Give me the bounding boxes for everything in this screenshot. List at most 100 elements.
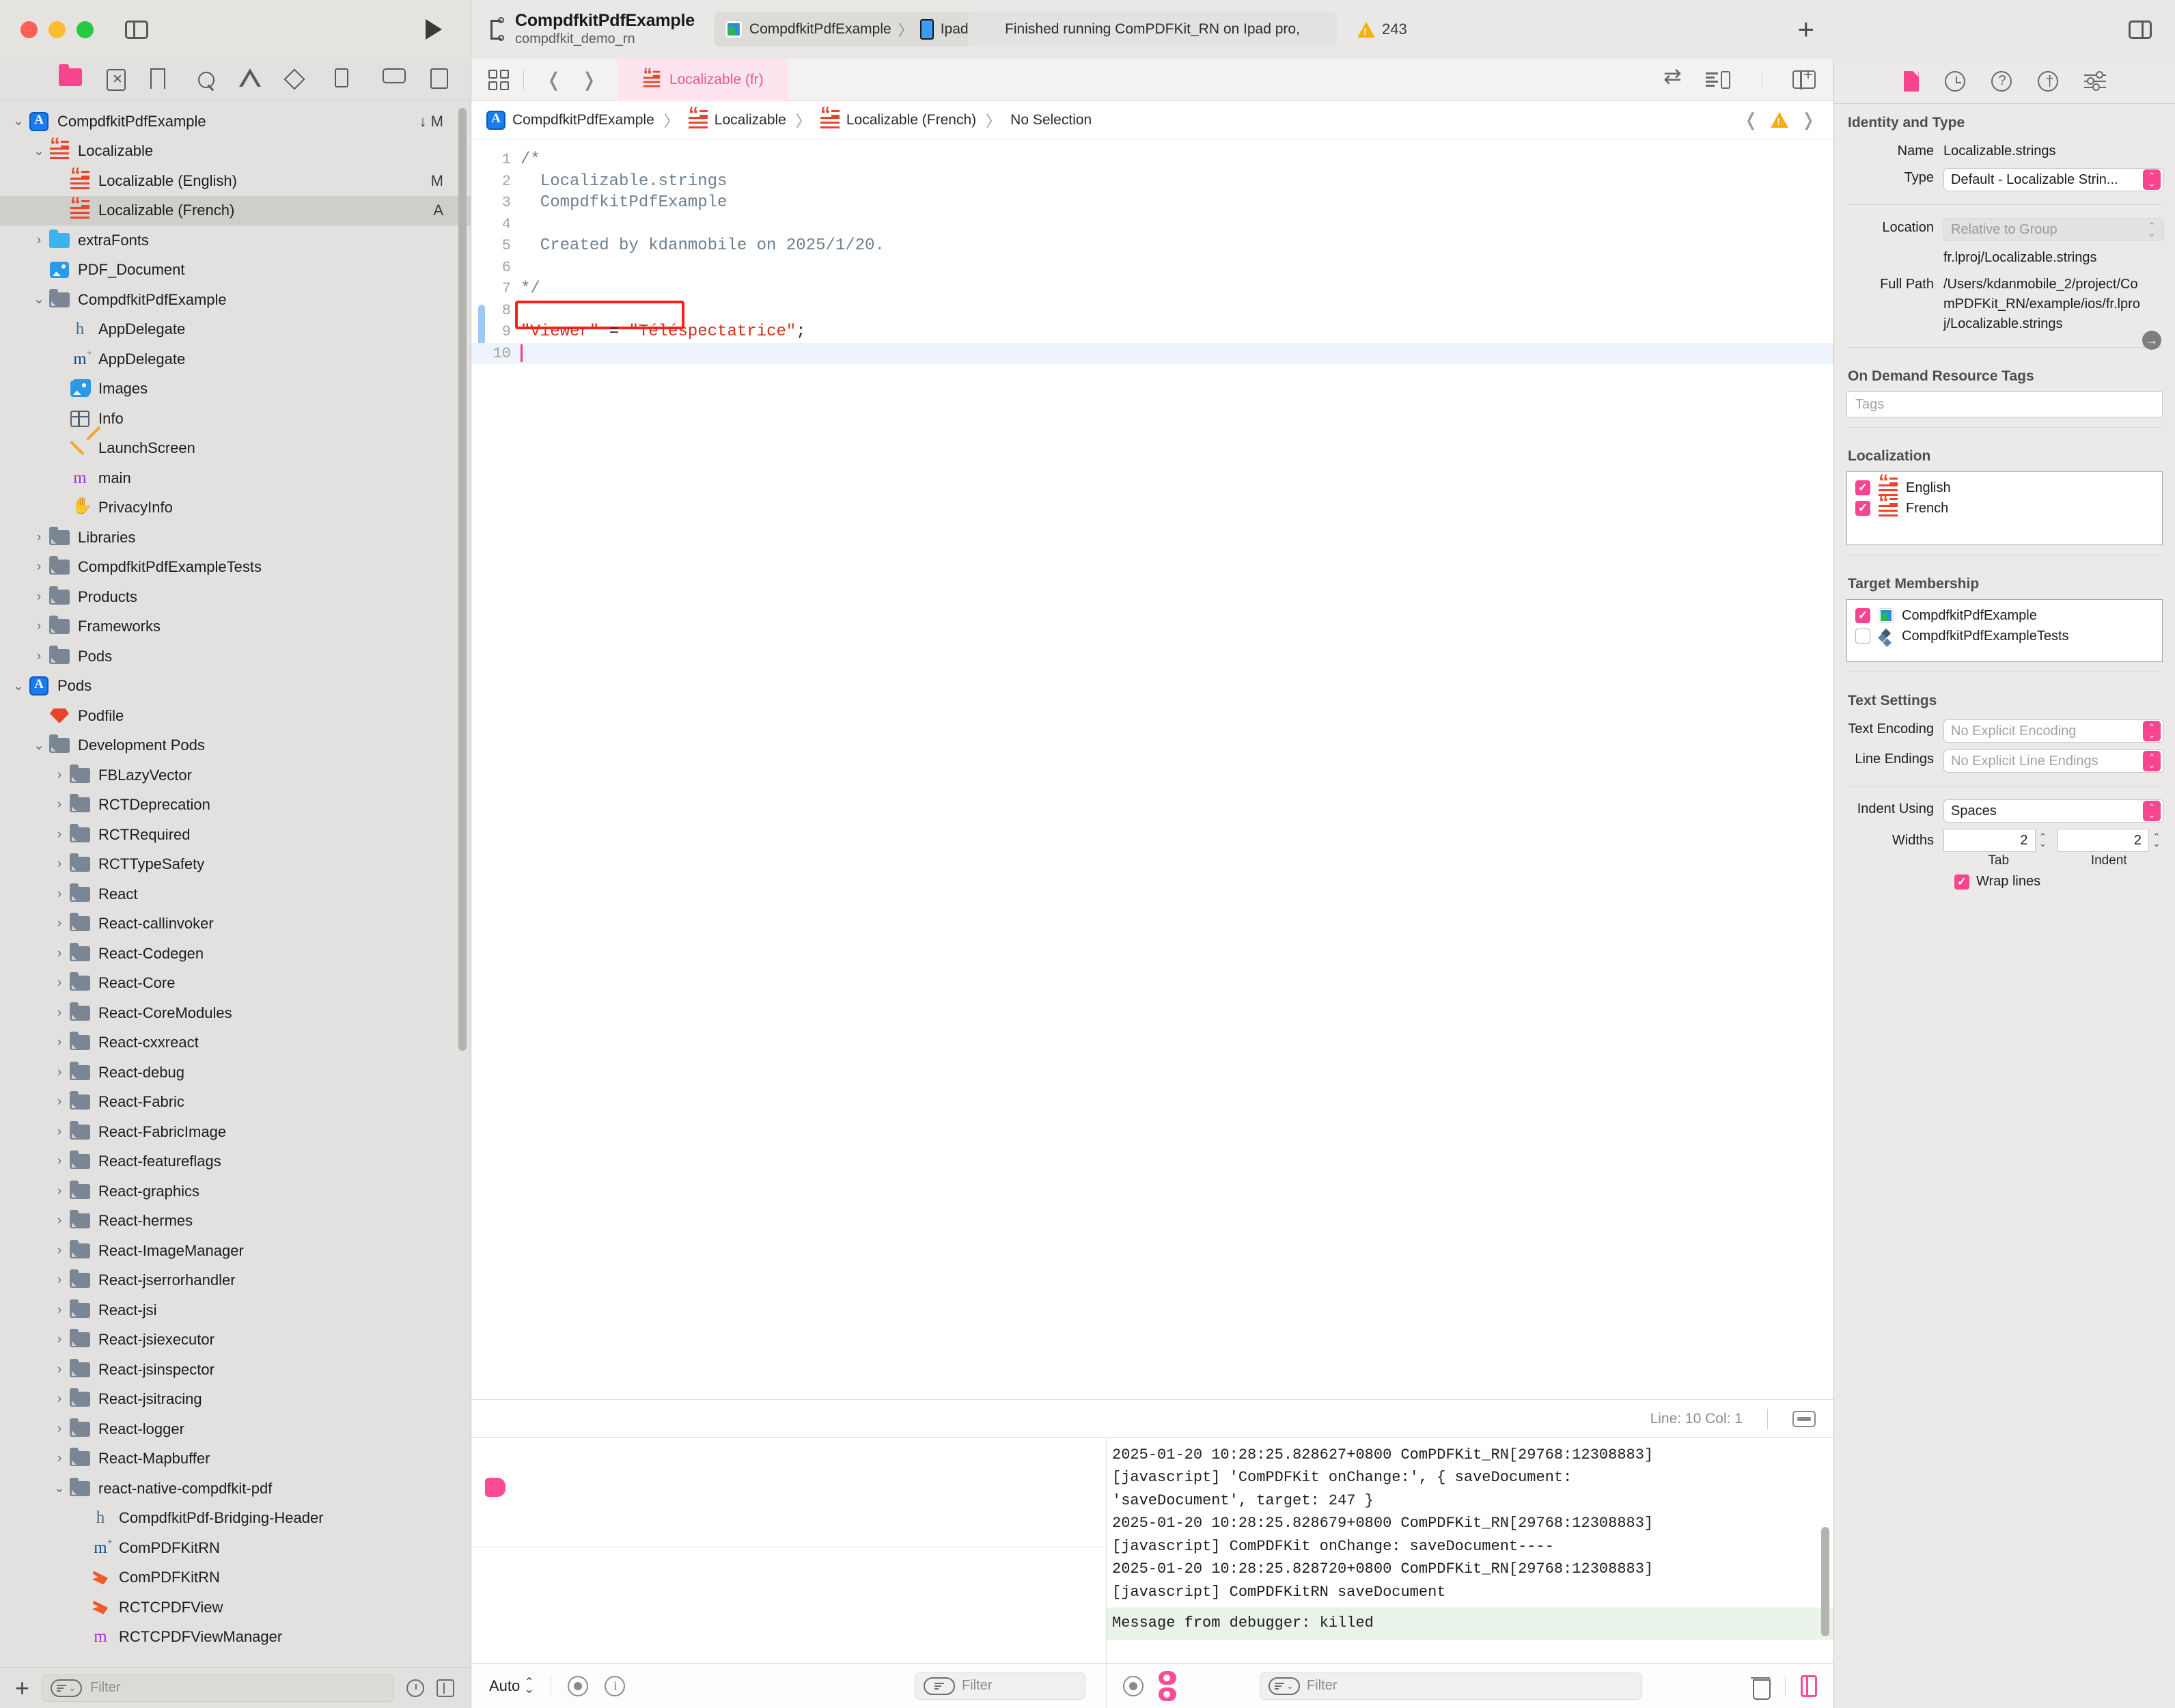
- disclosure-triangle-icon[interactable]: ›: [30, 590, 48, 605]
- attributes-icon[interactable]: [2083, 70, 2106, 92]
- tree-row[interactable]: › React-hermes: [0, 1207, 471, 1237]
- code-line[interactable]: 7 */: [471, 278, 1833, 300]
- tree-row[interactable]: › Libraries: [0, 523, 471, 553]
- target-membership-list[interactable]: CompdfkitPdfExample CompdfkitPdfExampleT…: [1846, 599, 2163, 662]
- disclosure-triangle-icon[interactable]: ›: [51, 1243, 68, 1258]
- text-encoding-select[interactable]: No Explicit Encoding ⌃ ⌄: [1943, 719, 2164, 743]
- tree-row[interactable]: › React: [0, 879, 471, 909]
- disclosure-triangle-icon[interactable]: ›: [30, 649, 48, 664]
- breakpoint-icon[interactable]: [383, 68, 406, 92]
- source-editor[interactable]: 1/* 2 Localizable.strings 3 CompdfkitPdfEx…: [471, 139, 1833, 1399]
- navigator-tree[interactable]: ⌄ CompdfkitPdfExample ↓ M ⌄ Localizable › Loca…: [0, 101, 471, 1667]
- disclosure-triangle-icon[interactable]: ›: [51, 946, 68, 961]
- disclosure-triangle-icon[interactable]: ›: [30, 560, 48, 575]
- console-scrollbar[interactable]: [1821, 1527, 1829, 1636]
- tree-row[interactable]: › React-Mapbuffer: [0, 1444, 471, 1474]
- checkbox-target-app[interactable]: [1855, 608, 1870, 623]
- tree-row[interactable]: › React-jserrorhandler: [0, 1266, 471, 1296]
- tree-row[interactable]: ›PDF_Document: [0, 256, 471, 286]
- tree-row[interactable]: ⌄ CompdfkitPdfExample ↓ M: [0, 107, 471, 137]
- disclosure-triangle-icon[interactable]: ›: [51, 857, 68, 872]
- indent-using-select[interactable]: Spaces ⌃ ⌄: [1943, 799, 2164, 823]
- tree-row[interactable]: › RCTDeprecation: [0, 790, 471, 821]
- toggle-debug-area-icon[interactable]: [1792, 1410, 1816, 1427]
- tree-row[interactable]: ›hCompdfkitPdf-Bridging-Header: [0, 1504, 471, 1534]
- tree-row[interactable]: ›m+ComPDFKitRN: [0, 1533, 471, 1563]
- tree-row[interactable]: › Pods: [0, 642, 471, 672]
- debug-bar-chip-icon[interactable]: [485, 1478, 505, 1497]
- disclosure-triangle-icon[interactable]: ›: [51, 797, 68, 812]
- disclosure-triangle-icon[interactable]: ›: [51, 1273, 68, 1288]
- related-items-icon[interactable]: [488, 68, 511, 92]
- issue-icon[interactable]: [239, 68, 262, 92]
- disclosure-triangle-icon[interactable]: ⌄: [51, 1480, 68, 1496]
- disclosure-triangle-icon[interactable]: ›: [51, 1065, 68, 1080]
- tree-row[interactable]: ⌄ Development Pods: [0, 731, 471, 761]
- localization-list[interactable]: English French: [1846, 471, 2163, 545]
- tree-row[interactable]: › CompdfkitPdfExampleTests: [0, 553, 471, 583]
- code-line[interactable]: 2 Localizable.strings: [471, 171, 1833, 193]
- chevron-updown-icon[interactable]: ⌃ ⌄: [2143, 219, 2161, 240]
- disclosure-triangle-icon[interactable]: ›: [51, 1125, 68, 1140]
- disclosure-triangle-icon[interactable]: ›: [51, 1303, 68, 1318]
- disclosure-triangle-icon[interactable]: ›: [51, 1392, 68, 1407]
- accessibility-icon[interactable]: [2037, 70, 2058, 92]
- tree-row[interactable]: › React-Codegen: [0, 939, 471, 969]
- previous-issue-icon[interactable]: ❬: [1743, 109, 1758, 130]
- filter-options-icon[interactable]: ⌄: [51, 1679, 83, 1697]
- disclosure-triangle-icon[interactable]: ⌄: [10, 678, 27, 694]
- search-icon[interactable]: [198, 71, 214, 88]
- disclosure-triangle-icon[interactable]: ›: [51, 887, 68, 902]
- code-line[interactable]: 3 CompdfkitPdfExample: [471, 192, 1833, 214]
- tree-row[interactable]: ›Info: [0, 404, 471, 434]
- disclosure-triangle-icon[interactable]: ⌄: [30, 143, 48, 159]
- breadcrumb-item-3[interactable]: No Selection: [1010, 112, 1092, 128]
- tree-row[interactable]: › React-logger: [0, 1414, 471, 1444]
- tree-row[interactable]: › React-FabricImage: [0, 1117, 471, 1147]
- tree-row[interactable]: › React-debug: [0, 1058, 471, 1088]
- tab-localizable-fr[interactable]: Localizable (fr): [617, 58, 788, 101]
- disclosure-triangle-icon[interactable]: ›: [51, 827, 68, 842]
- warning-indicator[interactable]: 243: [1357, 20, 1407, 38]
- wrap-lines-row[interactable]: Wrap lines: [1834, 868, 2175, 890]
- tree-row[interactable]: ›LaunchScreen: [0, 434, 471, 464]
- tree-row[interactable]: ⌄ Localizable: [0, 134, 471, 167]
- code-line[interactable]: 5 Created by kdanmobile on 2025/1/20.: [471, 235, 1833, 257]
- code-line[interactable]: 6: [471, 257, 1833, 279]
- disclosure-triangle-icon[interactable]: ›: [51, 1332, 68, 1347]
- tree-row[interactable]: › React-Core: [0, 969, 471, 999]
- tab-width-stepper[interactable]: ⌃ ⌄: [2036, 829, 2051, 852]
- code-line[interactable]: 9 "Viewer" = "Téléspectatrice";: [471, 321, 1833, 343]
- toggle-console-pane-icon[interactable]: [1801, 1675, 1817, 1697]
- checkbox-target-tests[interactable]: [1855, 629, 1870, 644]
- activity-status[interactable]: Finished running ComPDFKit_RN on Ipad pr…: [968, 12, 1337, 47]
- tab-width-input[interactable]: 2: [1943, 829, 2036, 852]
- tree-row[interactable]: ⌄ Pods: [0, 672, 471, 702]
- console-filter-input[interactable]: ⌄ Filter: [1260, 1672, 1642, 1700]
- toggle-inspector-icon[interactable]: [2129, 20, 2152, 39]
- tree-row[interactable]: › RCTRequired: [0, 820, 471, 850]
- filter-options-icon[interactable]: ⌄: [1269, 1677, 1300, 1695]
- auto-stepper-icon[interactable]: ⌃ ⌄: [524, 1676, 534, 1695]
- type-select[interactable]: Default - Localizable Strin... ⌃ ⌄: [1943, 168, 2164, 191]
- chevron-updown-icon[interactable]: ⌃ ⌄: [2143, 721, 2161, 741]
- tree-row[interactable]: ›RCTCPDFView: [0, 1593, 471, 1623]
- go-back-icon[interactable]: ❬: [536, 68, 571, 91]
- localization-row-french[interactable]: French: [1847, 491, 2162, 519]
- scheme-block[interactable]: CompdfkitPdfExample compdfkit_demo_rn: [489, 11, 695, 47]
- preview-eye-icon[interactable]: [568, 1675, 589, 1696]
- breadcrumb-item-2[interactable]: Localizable (French): [846, 112, 976, 128]
- run-button[interactable]: [426, 19, 442, 40]
- disclosure-triangle-icon[interactable]: ›: [51, 768, 68, 783]
- tree-row[interactable]: › Products: [0, 582, 471, 612]
- disclosure-triangle-icon[interactable]: ⌄: [30, 738, 48, 754]
- tree-row[interactable]: ›mmain: [0, 463, 471, 493]
- variables-filter-input[interactable]: Filter: [915, 1672, 1085, 1700]
- breadcrumb-item-0[interactable]: CompdfkitPdfExample: [512, 112, 654, 128]
- disclosure-triangle-icon[interactable]: ›: [51, 1422, 68, 1437]
- console-toggle-icon[interactable]: [1159, 1670, 1176, 1701]
- breadcrumb-item-1[interactable]: Localizable: [715, 112, 786, 128]
- clear-console-icon[interactable]: [1751, 1675, 1771, 1700]
- code-line[interactable]: 1 /*: [471, 149, 1833, 171]
- disclosure-triangle-icon[interactable]: ›: [51, 1451, 68, 1466]
